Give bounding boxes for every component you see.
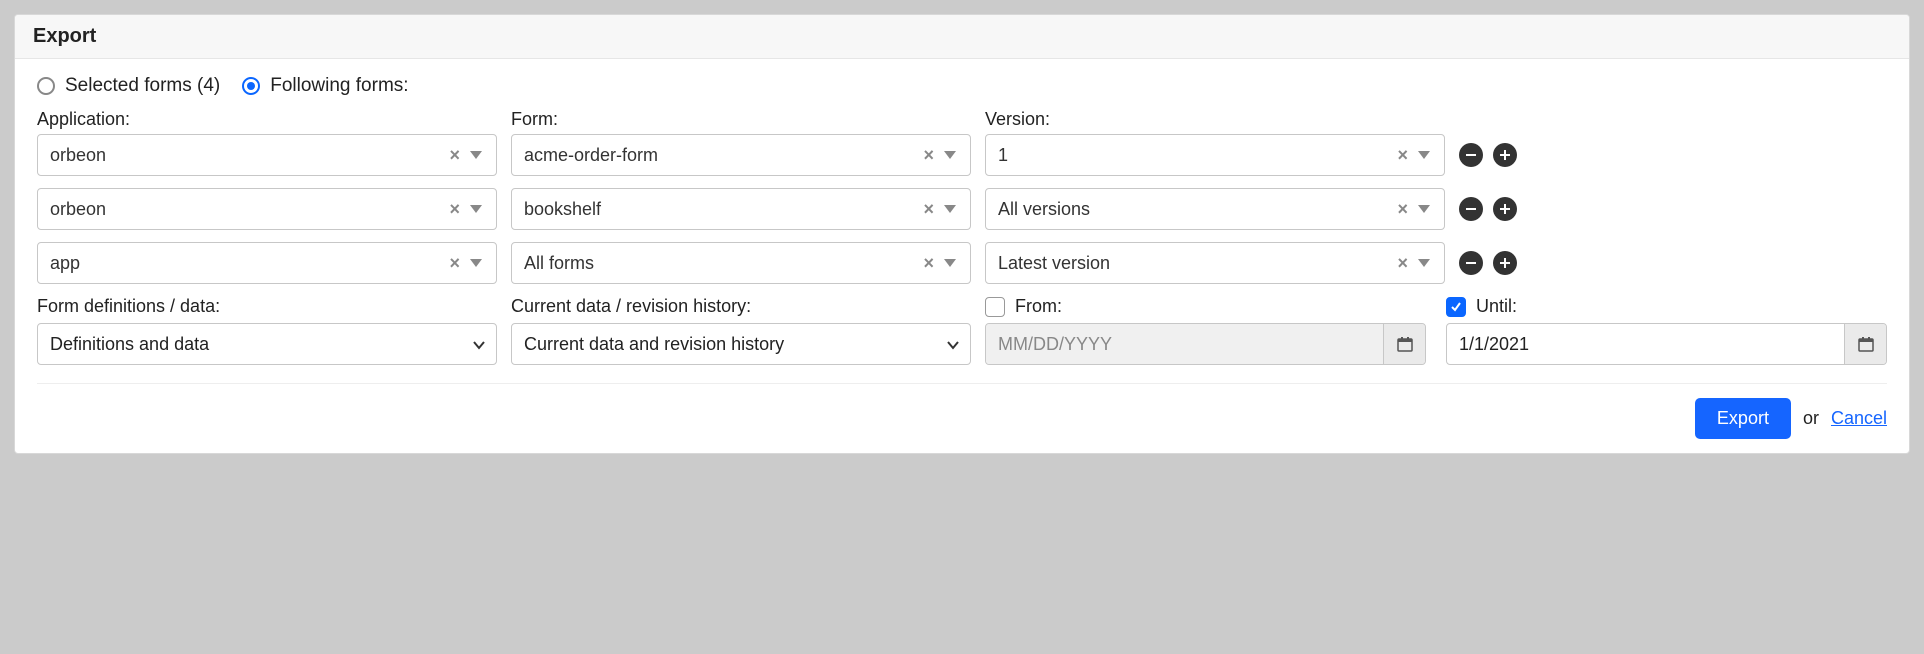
version-header: Version:	[985, 109, 1445, 130]
calendar-icon[interactable]	[1844, 324, 1886, 364]
combo-value: app	[50, 253, 443, 274]
until-date-input[interactable]	[1447, 324, 1844, 364]
row-actions	[1459, 143, 1549, 167]
clear-icon[interactable]: ×	[443, 199, 466, 220]
form-combo[interactable]: acme-order-form ×	[511, 134, 971, 176]
history-select[interactable]: Current data and revision history	[511, 323, 971, 365]
combo-value: orbeon	[50, 145, 443, 166]
from-date-input	[986, 324, 1383, 364]
export-panel: Export Selected forms (4) Following form…	[14, 14, 1910, 454]
or-text: or	[1803, 408, 1819, 429]
clear-icon[interactable]: ×	[1391, 199, 1414, 220]
from-label: From:	[1015, 296, 1062, 317]
history-label: Current data / revision history:	[511, 296, 971, 317]
from-date-field	[985, 323, 1426, 365]
scope-following-forms-radio[interactable]: Following forms:	[242, 75, 408, 97]
application-combo[interactable]: app ×	[37, 242, 497, 284]
chevron-down-icon[interactable]	[1414, 205, 1434, 213]
chevron-down-icon[interactable]	[466, 205, 486, 213]
form-header: Form:	[511, 109, 971, 130]
scope-radio-group: Selected forms (4) Following forms:	[37, 75, 1887, 97]
footer: Export or Cancel	[37, 383, 1887, 439]
remove-row-button[interactable]	[1459, 143, 1483, 167]
add-row-button[interactable]	[1493, 251, 1517, 275]
remove-row-button[interactable]	[1459, 197, 1483, 221]
select-value: Definitions and data	[50, 334, 472, 355]
chevron-down-icon	[472, 334, 486, 355]
add-row-button[interactable]	[1493, 197, 1517, 221]
panel-body: Selected forms (4) Following forms: Appl…	[15, 59, 1909, 453]
combo-value: All forms	[524, 253, 917, 274]
chevron-down-icon[interactable]	[940, 205, 960, 213]
combo-value: 1	[998, 145, 1391, 166]
version-combo[interactable]: All versions ×	[985, 188, 1445, 230]
radio-label: Following forms:	[270, 75, 408, 97]
version-combo[interactable]: 1 ×	[985, 134, 1445, 176]
clear-icon[interactable]: ×	[443, 253, 466, 274]
row-actions	[1459, 197, 1549, 221]
application-combo[interactable]: orbeon ×	[37, 134, 497, 176]
from-checkbox[interactable]	[985, 297, 1005, 317]
form-row: app × All forms × Latest version ×	[37, 242, 1887, 284]
radio-icon	[37, 77, 55, 95]
combo-value: Latest version	[998, 253, 1391, 274]
application-combo[interactable]: orbeon ×	[37, 188, 497, 230]
until-date-field	[1446, 323, 1887, 365]
until-label: Until:	[1476, 296, 1517, 317]
form-row: orbeon × acme-order-form × 1 ×	[37, 134, 1887, 176]
cancel-link[interactable]: Cancel	[1831, 408, 1887, 429]
clear-icon[interactable]: ×	[1391, 145, 1414, 166]
clear-icon[interactable]: ×	[917, 199, 940, 220]
select-value: Current data and revision history	[524, 334, 946, 355]
chevron-down-icon	[946, 334, 960, 355]
version-combo[interactable]: Latest version ×	[985, 242, 1445, 284]
chevron-down-icon[interactable]	[940, 151, 960, 159]
remove-row-button[interactable]	[1459, 251, 1483, 275]
panel-title: Export	[15, 15, 1909, 59]
chevron-down-icon[interactable]	[1414, 259, 1434, 267]
combo-value: orbeon	[50, 199, 443, 220]
form-combo[interactable]: bookshelf ×	[511, 188, 971, 230]
until-checkbox[interactable]	[1446, 297, 1466, 317]
calendar-icon[interactable]	[1383, 324, 1425, 364]
combo-value: acme-order-form	[524, 145, 917, 166]
form-row: orbeon × bookshelf × All versions ×	[37, 188, 1887, 230]
chevron-down-icon[interactable]	[1414, 151, 1434, 159]
clear-icon[interactable]: ×	[1391, 253, 1414, 274]
radio-label: Selected forms (4)	[65, 75, 220, 97]
form-combo[interactable]: All forms ×	[511, 242, 971, 284]
clear-icon[interactable]: ×	[917, 253, 940, 274]
scope-selected-forms-radio[interactable]: Selected forms (4)	[37, 75, 220, 97]
export-button[interactable]: Export	[1695, 398, 1791, 439]
chevron-down-icon[interactable]	[940, 259, 960, 267]
defs-label: Form definitions / data:	[37, 296, 497, 317]
application-header: Application:	[37, 109, 497, 130]
defs-select[interactable]: Definitions and data	[37, 323, 497, 365]
options-row: Form definitions / data: Definitions and…	[37, 296, 1887, 365]
chevron-down-icon[interactable]	[466, 259, 486, 267]
column-headers: Application: Form: Version:	[37, 109, 1887, 130]
chevron-down-icon[interactable]	[466, 151, 486, 159]
clear-icon[interactable]: ×	[917, 145, 940, 166]
combo-value: All versions	[998, 199, 1391, 220]
clear-icon[interactable]: ×	[443, 145, 466, 166]
add-row-button[interactable]	[1493, 143, 1517, 167]
row-actions	[1459, 251, 1549, 275]
combo-value: bookshelf	[524, 199, 917, 220]
radio-icon	[242, 77, 260, 95]
